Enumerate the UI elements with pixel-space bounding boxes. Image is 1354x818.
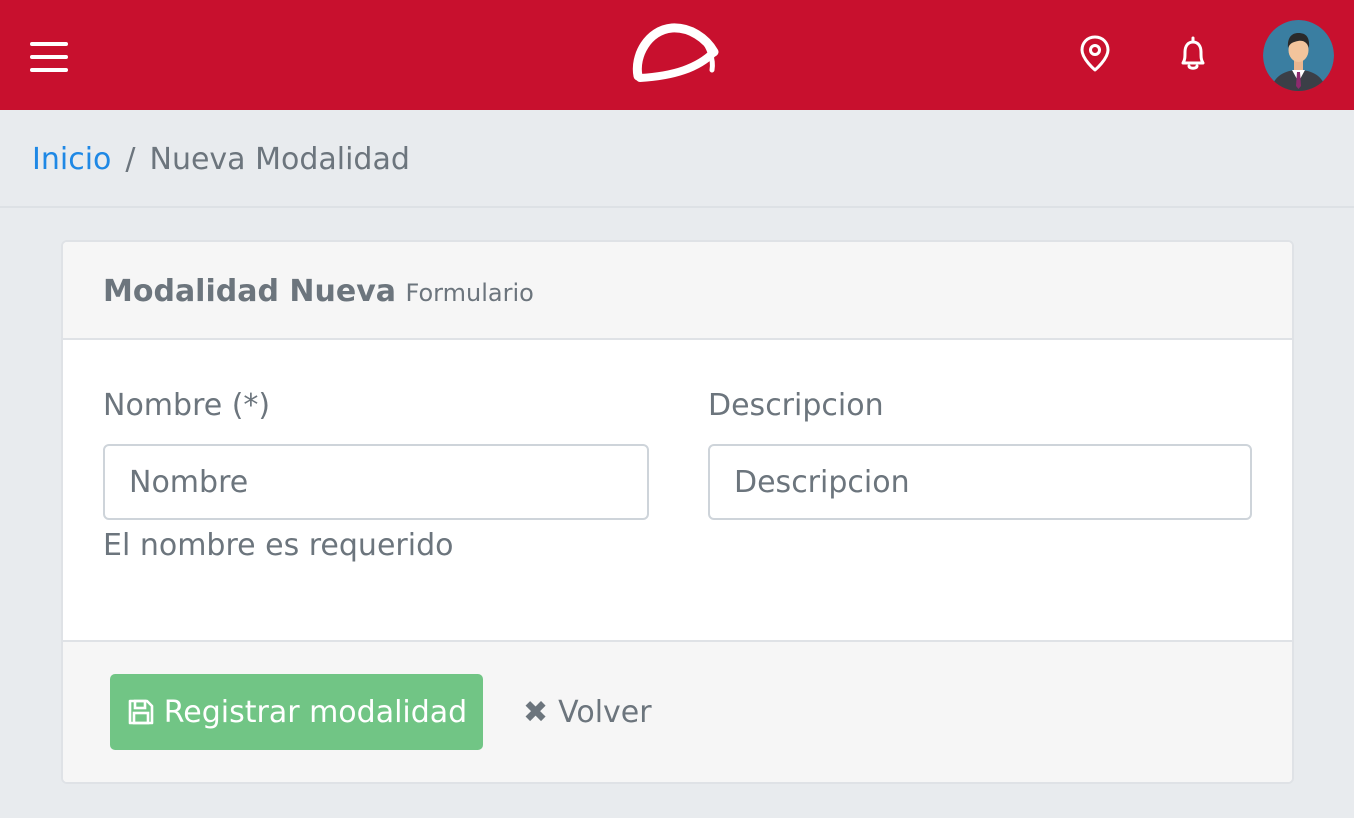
card-footer: Registrar modalidad ✖ Volver [63,640,1292,782]
card-subtitle: Formulario [405,279,534,307]
top-navbar [0,0,1354,110]
nombre-label: Nombre (*) [103,388,271,423]
nombre-help-text: El nombre es requerido [103,528,454,563]
descripcion-input[interactable] [708,444,1252,520]
close-x-icon: ✖ [523,694,549,730]
breadcrumb-home-link[interactable]: Inicio [32,142,111,177]
card-header: Modalidad Nueva Formulario [63,242,1292,340]
descripcion-label: Descripcion [708,388,884,423]
breadcrumb: Inicio / Nueva Modalidad [32,140,410,180]
registrar-modalidad-button[interactable]: Registrar modalidad [110,674,483,750]
breadcrumb-current: Nueva Modalidad [149,142,410,177]
registrar-modalidad-label: Registrar modalidad [163,694,468,730]
form-card: Modalidad Nueva Formulario Nombre (*) El… [61,240,1294,784]
volver-label: Volver [558,694,652,730]
floppy-disk-icon [128,699,154,725]
map-pin-icon[interactable] [1078,34,1112,74]
hamburger-line [30,55,68,59]
hamburger-menu-icon[interactable] [30,40,70,74]
hamburger-line [30,68,68,72]
nombre-input[interactable] [103,444,649,520]
card-title: Modalidad Nueva Formulario [103,272,534,313]
bell-icon[interactable] [1176,34,1210,74]
hamburger-line [30,42,68,46]
volver-button[interactable]: ✖ Volver [523,674,652,750]
breadcrumb-separator: / [125,142,136,177]
card-title-text: Modalidad Nueva [103,274,396,309]
brand-logo[interactable] [628,18,724,90]
user-avatar[interactable] [1263,20,1334,91]
